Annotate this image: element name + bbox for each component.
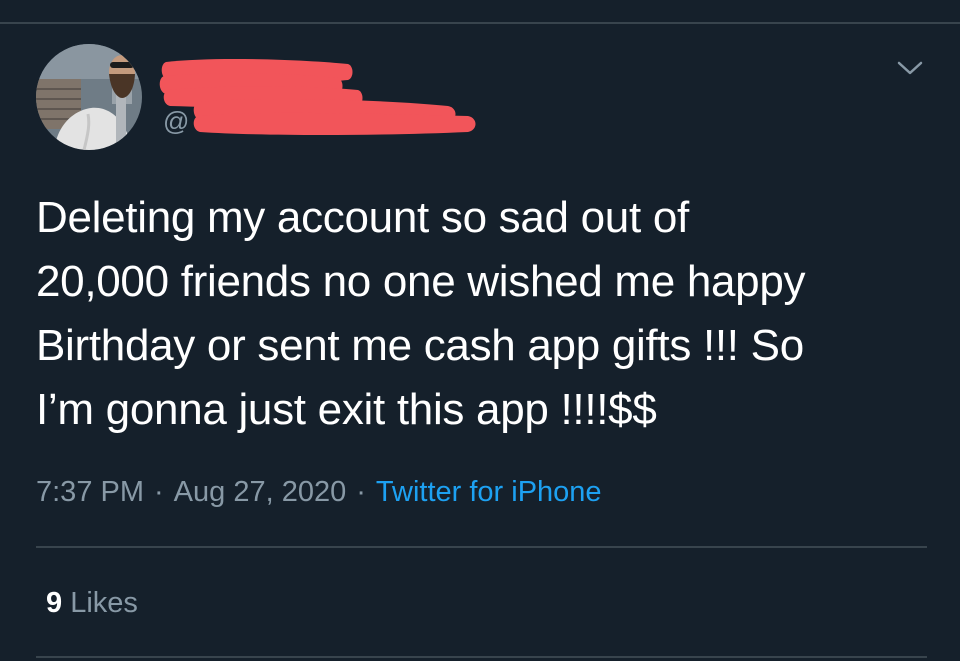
- tweet-text: Deleting my account so sad out of 20,000…: [36, 193, 806, 434]
- likes-count: 9: [46, 587, 63, 619]
- metadata-divider: [36, 546, 927, 548]
- meta-separator: ·: [356, 476, 366, 508]
- tweet-metadata: 7:37 PM · Aug 27, 2020 · Twitter for iPhone: [36, 474, 602, 510]
- tweet-date[interactable]: Aug 27, 2020: [174, 476, 347, 508]
- likes-label: Likes: [70, 587, 138, 619]
- meta-separator: ·: [154, 476, 164, 508]
- stats-divider: [36, 656, 927, 658]
- chevron-down-icon[interactable]: [896, 58, 924, 78]
- avatar-image: [36, 44, 142, 150]
- likes-stat[interactable]: 9 Likes: [46, 585, 138, 621]
- redaction-mark: [159, 58, 476, 135]
- avatar[interactable]: [36, 44, 142, 150]
- tweet-time[interactable]: 7:37 PM: [36, 476, 144, 508]
- tweet-source-link[interactable]: Twitter for iPhone: [376, 476, 602, 508]
- top-divider: [0, 22, 960, 24]
